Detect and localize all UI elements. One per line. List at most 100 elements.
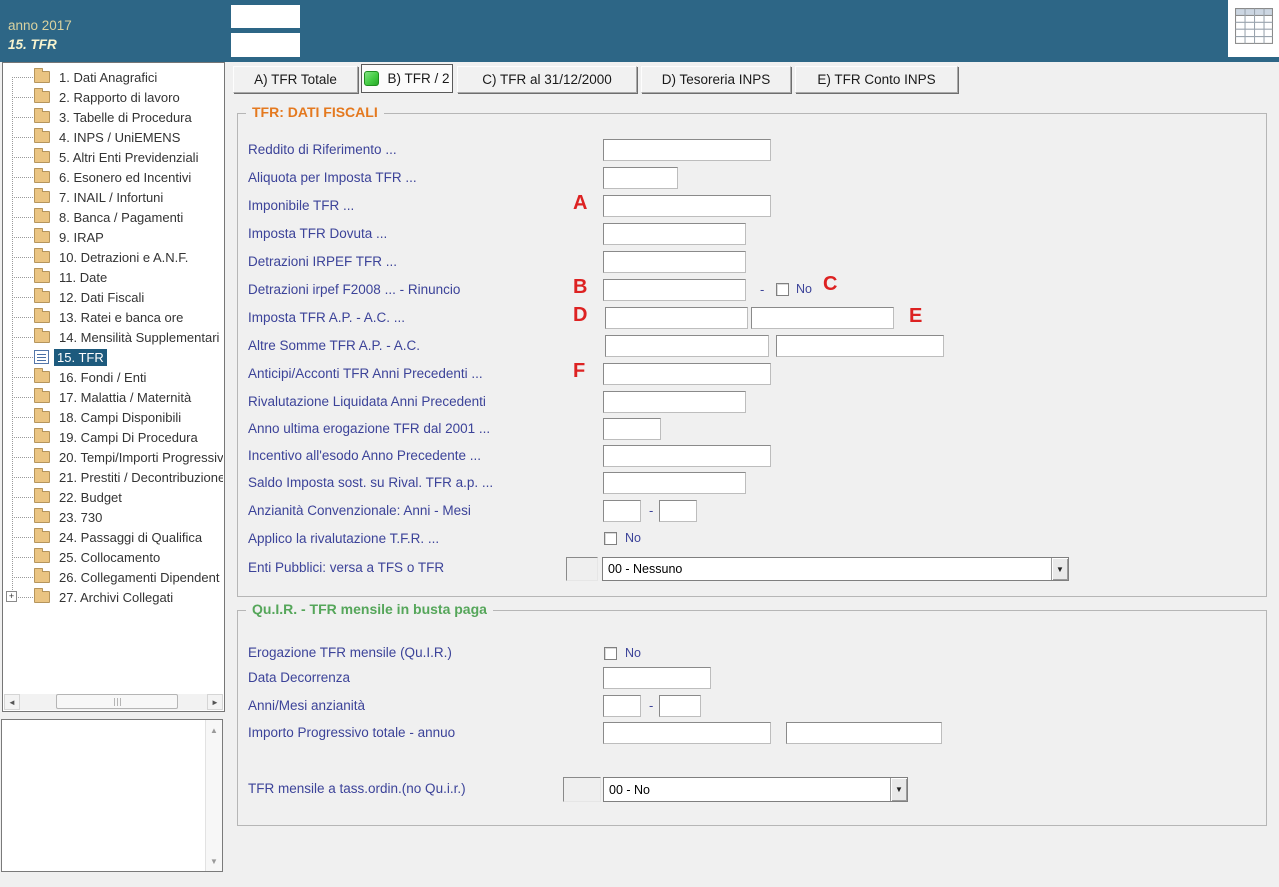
header-code-field-bottom[interactable] (231, 33, 300, 57)
input-imposta-tfr-ac[interactable] (751, 307, 894, 329)
tree-connector (12, 577, 33, 578)
annotation-f: F (573, 360, 586, 382)
label-imposta-tfr-dovuta: Imposta TFR Dovuta ... (248, 226, 388, 241)
input-imposta-tfr-ap[interactable] (605, 307, 748, 329)
sidebar-item[interactable]: + 4. INPS / UniEMENS (3, 127, 223, 147)
input-anzianita-anni[interactable] (603, 500, 641, 522)
sidebar-item[interactable]: + 20. Tempi/Importi Progressivi (3, 447, 223, 467)
input-anno-ultima-erogazione[interactable] (603, 418, 661, 440)
sidebar-item-label: 24. Passaggi di Qualifica (59, 529, 203, 545)
sidebar-item[interactable]: + 19. Campi Di Procedura (3, 427, 223, 447)
sidebar-item[interactable]: + 14. Mensilità Supplementari (3, 327, 223, 347)
sidebar-item[interactable]: + 13. Ratei e banca ore (3, 307, 223, 327)
chevron-down-icon[interactable]: ▼ (890, 778, 907, 801)
scroll-right-icon[interactable]: ► (207, 694, 223, 710)
sidebar-item[interactable]: + 12. Dati Fiscali (3, 287, 223, 307)
sidebar-item[interactable]: + 3. Tabelle di Procedura (3, 107, 223, 127)
input-imposta-tfr-dovuta[interactable] (603, 223, 746, 245)
sidebar-item[interactable]: + 22. Budget (3, 487, 223, 507)
sidebar-item[interactable]: + 23. 730 (3, 507, 223, 527)
rinuncio-checkbox[interactable] (776, 283, 789, 296)
erogazione-quir-checkbox[interactable] (604, 647, 617, 660)
sidebar-item[interactable]: + 16. Fondi / Enti (3, 367, 223, 387)
sidebar-item-label: 7. INAIL / Infortuni (59, 189, 164, 205)
tab-label: C) TFR al 31/12/2000 (482, 72, 612, 87)
tree-connector (12, 537, 33, 538)
sidebar-item[interactable]: + 17. Malattia / Maternità (3, 387, 223, 407)
sidebar-item-label: 14. Mensilità Supplementari (59, 329, 220, 345)
sidebar-item-label: 26. Collegamenti Dipendent (59, 569, 220, 585)
scroll-left-icon[interactable]: ◄ (4, 694, 20, 710)
annotation-a: A (573, 192, 588, 214)
sidebar-item[interactable]: + 15. TFR (3, 347, 223, 367)
tree-horizontal-scrollbar[interactable]: ◄ ► (4, 694, 223, 710)
sidebar-item[interactable]: + 21. Prestiti / Decontribuzione (3, 467, 223, 487)
input-saldo-imposta-sost[interactable] (603, 472, 746, 494)
sidebar-item[interactable]: + 25. Collocamento (3, 547, 223, 567)
label-anzianita-convenzionale: Anzianità Convenzionale: Anni - Mesi (248, 503, 471, 518)
tree-connector (12, 177, 33, 178)
tab-label: D) Tesoreria INPS (661, 72, 771, 87)
sidebar-tree-panel: + 1. Dati Anagrafici + 2. Rapporto di la… (2, 62, 225, 712)
sidebar-item[interactable]: + 10. Detrazioni e A.N.F. (3, 247, 223, 267)
input-detrazioni-f2008[interactable] (603, 279, 746, 301)
input-incentivo-esodo[interactable] (603, 445, 771, 467)
sidebar-item[interactable]: + 11. Date (3, 267, 223, 287)
tab-tfr-conto-inps[interactable]: E) TFR Conto INPS (795, 66, 958, 93)
input-aliquota-imposta-tfr[interactable] (603, 167, 678, 189)
listbox-vertical-scrollbar[interactable]: ▲ ▼ (205, 720, 222, 871)
sidebar-item[interactable]: + 8. Banca / Pagamenti (3, 207, 223, 227)
tab-tfr-2[interactable]: B) TFR / 2 (361, 64, 453, 93)
scrollbar-thumb[interactable] (56, 694, 178, 709)
table-grid-button[interactable] (1228, 0, 1279, 57)
input-importo-progressivo-annuo[interactable] (786, 722, 942, 744)
input-anzianita-mesi[interactable] (659, 500, 697, 522)
input-imponibile-tfr[interactable] (603, 195, 771, 217)
sidebar-item[interactable]: + 27. Archivi Collegati (3, 587, 223, 607)
folder-icon (34, 368, 50, 383)
enti-pubblici-dropdown[interactable]: 00 - Nessuno ▼ (602, 557, 1069, 581)
header-section-label: 15. TFR (8, 37, 57, 52)
input-altre-somme-tfr-ap[interactable] (605, 335, 769, 357)
tree-connector (12, 497, 33, 498)
input-quir-anni[interactable] (603, 695, 641, 717)
sidebar-item[interactable]: + 24. Passaggi di Qualifica (3, 527, 223, 547)
input-importo-progressivo-totale[interactable] (603, 722, 771, 744)
sidebar-item[interactable]: + 18. Campi Disponibili (3, 407, 223, 427)
sidebar-item-label: 15. TFR (54, 348, 107, 366)
expand-plus-icon[interactable]: + (6, 591, 17, 602)
sidebar-item[interactable]: + 1. Dati Anagrafici (3, 67, 223, 87)
input-data-decorrenza[interactable] (603, 667, 711, 689)
sidebar-item-label: 5. Altri Enti Previdenziali (59, 149, 199, 165)
scroll-up-icon[interactable]: ▲ (206, 722, 222, 738)
sidebar-item[interactable]: + 5. Altri Enti Previdenziali (3, 147, 223, 167)
header-code-field-top[interactable] (231, 5, 300, 28)
sidebar-item-label: 11. Date (59, 269, 108, 285)
tfr-mensile-dropdown[interactable]: 00 - No ▼ (603, 777, 908, 802)
input-altre-somme-tfr-ac[interactable] (776, 335, 944, 357)
sidebar-item-label: 16. Fondi / Enti (59, 369, 147, 385)
label-enti-pubblici: Enti Pubblici: versa a TFS o TFR (248, 560, 445, 575)
notes-listbox[interactable]: ▲ ▼ (1, 719, 223, 872)
input-quir-mesi[interactable] (659, 695, 701, 717)
scroll-down-icon[interactable]: ▼ (206, 853, 222, 869)
tab-tfr-totale[interactable]: A) TFR Totale (233, 66, 358, 93)
input-rivalutazione-liquidata[interactable] (603, 391, 746, 413)
tab-tesoreria-inps[interactable]: D) Tesoreria INPS (641, 66, 791, 93)
sidebar-item[interactable]: + 2. Rapporto di lavoro (3, 87, 223, 107)
label-anno-ultima-erogazione: Anno ultima erogazione TFR dal 2001 ... (248, 421, 491, 436)
input-reddito-riferimento[interactable] (603, 139, 771, 161)
sidebar-item[interactable]: + 6. Esonero ed Incentivi (3, 167, 223, 187)
input-anticipi-acconti-tfr[interactable] (603, 363, 771, 385)
sidebar-item-label: 9. IRAP (59, 229, 104, 245)
tab-tfr-2000[interactable]: C) TFR al 31/12/2000 (457, 66, 637, 93)
sidebar-item[interactable]: + 7. INAIL / Infortuni (3, 187, 223, 207)
sidebar-item[interactable]: + 26. Collegamenti Dipendent (3, 567, 223, 587)
folder-icon (34, 448, 50, 463)
applico-rivalutazione-checkbox[interactable] (604, 532, 617, 545)
input-detrazioni-irpef-tfr[interactable] (603, 251, 746, 273)
sidebar-item[interactable]: + 9. IRAP (3, 227, 223, 247)
chevron-down-icon[interactable]: ▼ (1051, 558, 1068, 580)
tfr-mensile-code-box[interactable] (563, 777, 601, 802)
enti-pubblici-code-box[interactable] (566, 557, 598, 581)
